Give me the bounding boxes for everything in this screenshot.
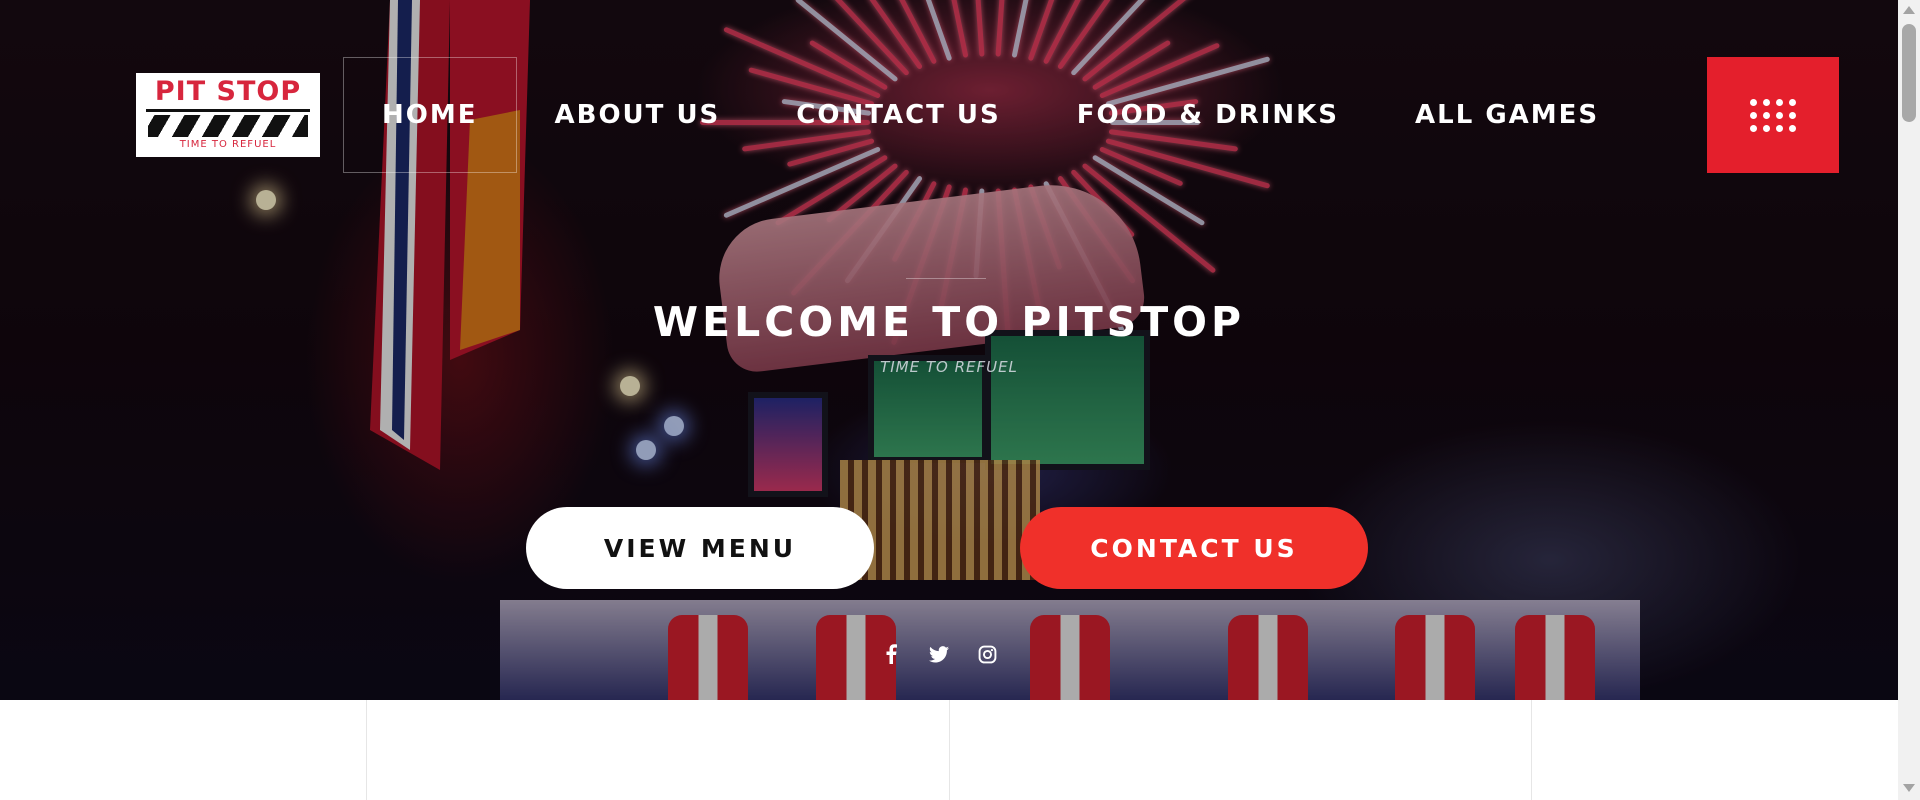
instagram-icon[interactable] [976,643,998,665]
logo-checker-flag [148,115,308,137]
grid-dots-icon [1750,98,1757,106]
facebook-icon[interactable] [880,643,902,665]
social-links [880,643,998,665]
logo-tagline: TIME TO REFUEL [179,139,277,150]
column-divider [949,700,950,800]
logo-rule [146,109,310,112]
nav-item-all-games[interactable]: ALL GAMES [1377,57,1637,173]
view-menu-button[interactable]: VIEW MENU [526,507,874,589]
content-section [0,700,1898,800]
hero-section: PIT STOP TIME TO REFUEL HOME ABOUT US CO… [0,0,1898,700]
nav-item-food-drinks[interactable]: FOOD & DRINKS [1039,57,1377,173]
column-divider [366,700,367,800]
scroll-thumb[interactable] [1902,24,1916,122]
logo-title: PIT STOP [154,76,302,107]
contact-us-button[interactable]: CONTACT US [1020,507,1368,589]
main-nav: HOME ABOUT US CONTACT US FOOD & DRINKS A… [343,57,1637,173]
hero-subtitle: TIME TO REFUEL [880,358,1018,376]
scroll-up-arrow-icon[interactable] [1903,6,1915,14]
hero-title: WELCOME TO PITSTOP [652,298,1246,346]
nav-item-home[interactable]: HOME [343,57,517,173]
twitter-icon[interactable] [928,643,950,665]
column-divider [1531,700,1532,800]
menu-toggle-button[interactable] [1707,57,1839,173]
site-logo[interactable]: PIT STOP TIME TO REFUEL [136,73,320,157]
page-scrollbar[interactable] [1898,0,1920,800]
hero-divider [906,278,986,279]
nav-item-contact-us[interactable]: CONTACT US [758,57,1039,173]
scroll-down-arrow-icon[interactable] [1903,784,1915,792]
nav-item-about-us[interactable]: ABOUT US [517,57,759,173]
